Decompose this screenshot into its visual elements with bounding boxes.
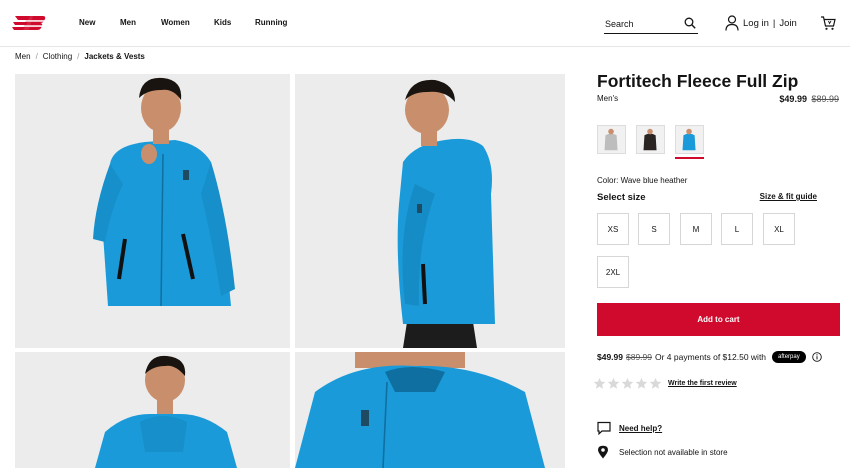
- search-box: [604, 14, 698, 34]
- breadcrumb-clothing[interactable]: Clothing: [43, 52, 72, 61]
- star-icon: [593, 377, 606, 389]
- afterpay-original-price: $89.99: [626, 352, 652, 362]
- nav-men[interactable]: Men: [120, 18, 136, 27]
- afterpay-price: $49.99: [597, 352, 623, 362]
- write-review-link[interactable]: Write the first review: [668, 380, 737, 387]
- site-header: New Men Women Kids Running Log in | Join: [0, 0, 850, 47]
- rating-stars: [593, 377, 663, 390]
- product-image-front[interactable]: [15, 74, 290, 348]
- breadcrumb-jackets-vests[interactable]: Jackets & Vests: [84, 52, 145, 61]
- color-label: Color: Wave blue heather: [597, 176, 688, 185]
- current-price: $49.99: [779, 94, 807, 104]
- size-l-button[interactable]: L: [721, 213, 753, 245]
- size-m-button[interactable]: M: [680, 213, 712, 245]
- select-size-label: Select size: [597, 192, 646, 203]
- search-input[interactable]: [604, 15, 682, 33]
- need-help-link[interactable]: Need help?: [619, 424, 662, 433]
- star-icon: [635, 377, 648, 389]
- nav-running[interactable]: Running: [255, 18, 287, 27]
- breadcrumb: Men / Clothing / Jackets & Vests: [15, 52, 145, 61]
- swatch-wave-blue[interactable]: [675, 125, 704, 159]
- account-separator: |: [772, 17, 776, 29]
- nav-kids[interactable]: Kids: [214, 18, 231, 27]
- join-link[interactable]: Join: [779, 18, 796, 29]
- afterpay-text: Or 4 payments of $12.50 with: [655, 352, 767, 362]
- product-image-side[interactable]: [295, 74, 565, 348]
- size-xl-button[interactable]: XL: [763, 213, 795, 245]
- location-pin-icon: [598, 445, 608, 459]
- breadcrumb-separator: /: [77, 52, 80, 61]
- swatch-black[interactable]: [636, 125, 665, 154]
- product-price: $49.99 $89.99: [779, 94, 839, 104]
- size-fit-guide-link[interactable]: Size & fit guide: [760, 192, 817, 201]
- swatch-grey[interactable]: [597, 125, 626, 154]
- color-swatches: [597, 125, 714, 159]
- breadcrumb-separator: /: [35, 52, 38, 61]
- new-balance-logo-icon[interactable]: [12, 14, 46, 32]
- original-price: $89.99: [811, 94, 839, 104]
- login-link[interactable]: Log in: [743, 18, 769, 29]
- product-image-detail[interactable]: [295, 352, 565, 468]
- size-s-button[interactable]: S: [638, 213, 670, 245]
- size-xs-button[interactable]: XS: [597, 213, 629, 245]
- store-availability-text: Selection not available in store: [619, 447, 728, 457]
- afterpay-info: $49.99 $89.99 Or 4 payments of $12.50 wi…: [597, 351, 822, 363]
- user-icon[interactable]: [725, 15, 739, 31]
- star-icon: [649, 377, 662, 389]
- nav-new[interactable]: New: [79, 18, 95, 27]
- afterpay-badge[interactable]: afterpay: [772, 351, 806, 363]
- size-2xl-button[interactable]: 2XL: [597, 256, 629, 288]
- store-availability: Selection not available in store: [597, 445, 728, 459]
- star-icon: [607, 377, 620, 389]
- info-icon[interactable]: [811, 352, 822, 362]
- breadcrumb-men[interactable]: Men: [15, 52, 31, 61]
- add-to-cart-button[interactable]: Add to cart: [597, 303, 840, 336]
- account-links: Log in | Join: [725, 15, 797, 31]
- chat-icon: [597, 421, 611, 435]
- need-help: Need help?: [597, 421, 662, 435]
- search-icon[interactable]: [684, 17, 696, 29]
- nav-women[interactable]: Women: [161, 18, 190, 27]
- product-category: Men's: [597, 94, 619, 103]
- product-title: Fortitech Fleece Full Zip: [597, 71, 799, 91]
- cart-icon[interactable]: [820, 15, 836, 31]
- star-icon: [621, 377, 634, 389]
- product-image-back[interactable]: [15, 352, 290, 468]
